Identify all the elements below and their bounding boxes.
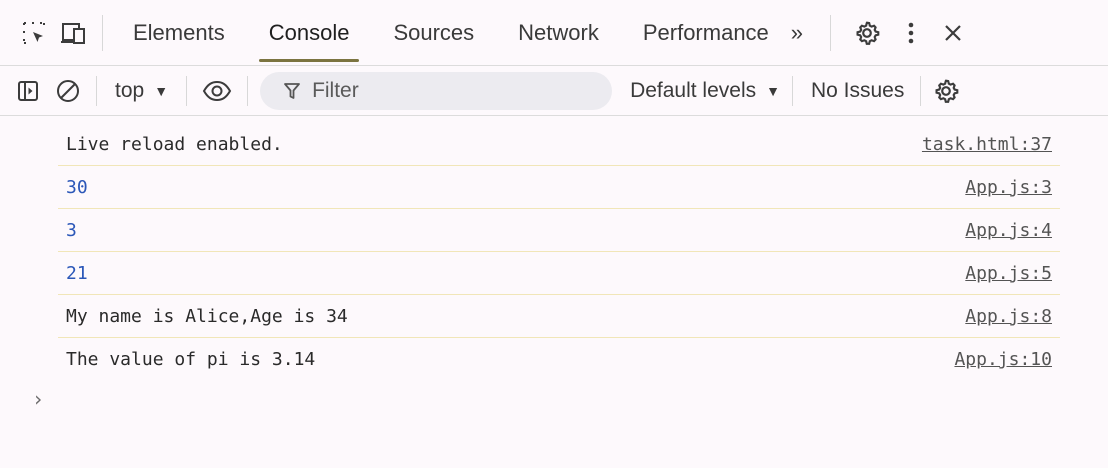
more-options-icon[interactable] [891, 13, 931, 53]
message-text: 21 [66, 262, 88, 284]
console-output: Live reload enabled. task.html:37 30 App… [0, 117, 1108, 468]
divider [96, 75, 97, 106]
console-settings-gear-icon[interactable] [931, 71, 961, 111]
source-link[interactable]: App.js:5 [965, 263, 1060, 284]
tab-sources[interactable]: Sources [371, 0, 496, 66]
tab-label: Console [268, 19, 350, 45]
divider [791, 75, 793, 106]
tab-label: Sources [393, 19, 475, 45]
console-message: My name is Alice,Age is 34 App.js:8 [58, 295, 1060, 338]
message-text: Live reload enabled. [66, 133, 283, 155]
close-icon[interactable] [933, 13, 973, 53]
console-prompt[interactable]: › [32, 387, 44, 411]
console-message: 3 App.js:4 [58, 209, 1060, 252]
tab-console[interactable]: Console [247, 0, 372, 66]
sidebar-toggle-icon[interactable] [8, 71, 48, 111]
dropdown-arrow-icon: ▼ [766, 82, 780, 99]
filter-funnel-icon [284, 82, 300, 100]
tab-performance[interactable]: Performance [621, 0, 777, 66]
tab-network[interactable]: Network [496, 0, 621, 66]
source-link[interactable]: App.js:10 [954, 349, 1060, 370]
log-levels-label: Default levels [630, 78, 757, 102]
tab-label: Elements [133, 19, 225, 45]
source-link[interactable]: task.html:37 [922, 134, 1060, 155]
divider [830, 14, 832, 51]
console-message: 30 App.js:3 [58, 166, 1060, 209]
console-message: The value of pi is 3.14 App.js:10 [58, 338, 1060, 381]
source-link[interactable]: App.js:4 [965, 220, 1060, 241]
issues-counter[interactable]: No Issues [805, 79, 910, 103]
clear-console-icon[interactable] [48, 71, 88, 111]
inspect-element-icon[interactable] [14, 13, 54, 53]
divider [102, 14, 103, 51]
dropdown-arrow-icon: ▼ [154, 82, 169, 99]
device-toolbar-icon[interactable] [54, 13, 94, 53]
console-message: Live reload enabled. task.html:37 [58, 123, 1060, 166]
more-tabs-button[interactable]: » [777, 20, 814, 46]
filter-placeholder: Filter [312, 78, 359, 102]
devtools-tab-bar: Elements Console Sources Network Perform… [0, 0, 1108, 66]
message-text: 30 [66, 176, 88, 198]
filter-input[interactable]: Filter [260, 71, 613, 110]
tab-label: Network [518, 19, 599, 45]
context-selector[interactable]: top ▼ [105, 79, 178, 103]
settings-gear-icon[interactable] [847, 13, 887, 53]
divider [247, 75, 249, 106]
live-expression-eye-icon[interactable] [195, 71, 239, 111]
tab-elements[interactable]: Elements [111, 0, 247, 66]
message-text: 3 [66, 219, 77, 241]
message-text: The value of pi is 3.14 [66, 349, 316, 370]
log-levels-dropdown[interactable]: Default levels ▼ [630, 79, 780, 103]
source-link[interactable]: App.js:3 [965, 177, 1060, 198]
divider [920, 75, 922, 106]
context-label: top [115, 78, 145, 102]
divider [186, 75, 188, 106]
console-message: 21 App.js:5 [58, 252, 1060, 295]
message-text: My name is Alice,Age is 34 [66, 305, 348, 327]
console-toolbar: top ▼ Filter Default levels ▼ No Issues [0, 66, 1108, 116]
tab-label: Performance [642, 19, 769, 45]
source-link[interactable]: App.js:8 [965, 306, 1060, 327]
